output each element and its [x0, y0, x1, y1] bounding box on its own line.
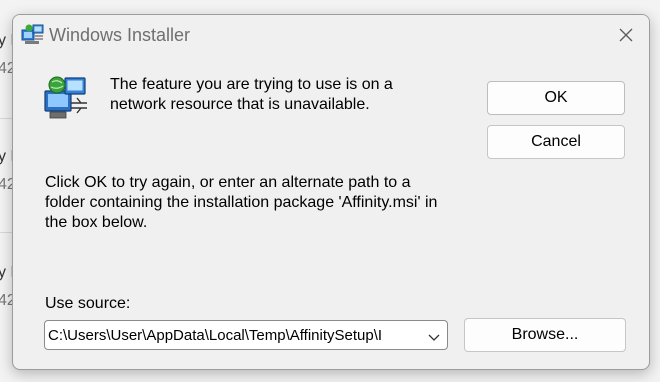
network-installer-icon [43, 75, 89, 121]
source-path-combobox[interactable]: C:\Users\User\AppData\Local\Temp\Affinit… [44, 320, 448, 350]
source-path-value[interactable]: C:\Users\User\AppData\Local\Temp\Affinit… [48, 327, 418, 344]
installer-icon [21, 24, 45, 46]
close-icon [619, 28, 633, 42]
dialog-title: Windows Installer [49, 25, 191, 45]
browse-button[interactable]: Browse... [464, 318, 626, 352]
instruction-text: Click OK to try again, or enter an alter… [45, 174, 438, 231]
windows-installer-dialog: Windows Installer The feature you are tr… [12, 14, 650, 370]
title-bar[interactable]: Windows Installer [13, 15, 649, 55]
chevron-down-icon[interactable] [427, 330, 441, 341]
cancel-button[interactable]: Cancel [487, 125, 625, 159]
use-source-label: Use source: [45, 295, 131, 312]
close-button[interactable] [603, 15, 649, 55]
error-message: The feature you are trying to use is on … [110, 76, 393, 113]
ok-button[interactable]: OK [487, 81, 625, 115]
